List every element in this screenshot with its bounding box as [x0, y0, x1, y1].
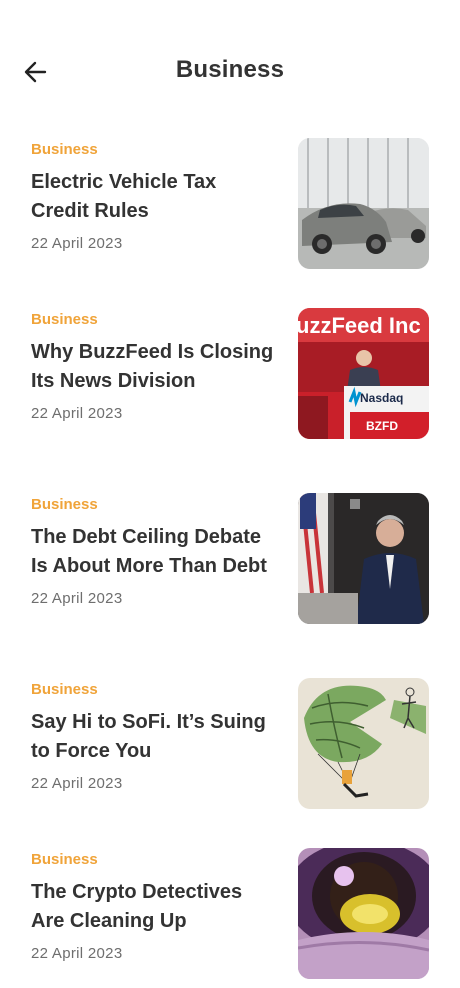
article-title[interactable]: Why BuzzFeed Is Closing Its News Divisio… — [31, 338, 276, 396]
electric-car-showroom-image — [298, 138, 429, 269]
parachute-illustration-image — [298, 678, 429, 809]
eye-closeup-image — [298, 848, 429, 979]
article-title[interactable]: The Crypto Detectives Are Cleaning Up — [31, 878, 276, 936]
page-title: Business — [175, 56, 285, 83]
article-card-debt-ceiling[interactable]: Business The Debt Ceiling Debate Is Abou… — [0, 493, 460, 653]
article-card-buzzfeed[interactable]: Business Why BuzzFeed Is Closing Its New… — [0, 308, 460, 468]
article-title[interactable]: The Debt Ceiling Debate Is About More Th… — [31, 523, 276, 581]
image-ticker-text: BZFD — [366, 419, 398, 433]
article-category: Business — [31, 311, 98, 328]
article-title[interactable]: Say Hi to SoFi. It’s Suing to Force You — [31, 708, 276, 766]
article-category: Business — [31, 141, 98, 158]
article-date: 22 April 2023 — [31, 405, 123, 422]
image-banner-text: uzzFeed Inc — [298, 313, 421, 338]
buzzfeed-nasdaq-image: uzzFeed Inc Nasdaq BZFD — [298, 308, 429, 439]
article-date: 22 April 2023 — [31, 775, 123, 792]
article-title[interactable]: Electric Vehicle Tax Credit Rules — [31, 168, 276, 226]
article-date: 22 April 2023 — [31, 235, 123, 252]
article-date: 22 April 2023 — [31, 590, 123, 607]
image-podium-text: Nasdaq — [360, 391, 403, 405]
speaker-seated-flags-image — [298, 493, 429, 624]
header-bar: Business — [0, 0, 460, 140]
article-category: Business — [31, 496, 98, 513]
article-card-ev-tax-credit[interactable]: Business Electric Vehicle Tax Credit Rul… — [0, 138, 460, 278]
article-category: Business — [31, 851, 98, 868]
article-date: 22 April 2023 — [31, 945, 123, 962]
article-card-sofi[interactable]: Business Say Hi to SoFi. It’s Suing to F… — [0, 678, 460, 818]
article-card-crypto-detectives[interactable]: Business The Crypto Detectives Are Clean… — [0, 848, 460, 988]
article-category: Business — [31, 681, 98, 698]
